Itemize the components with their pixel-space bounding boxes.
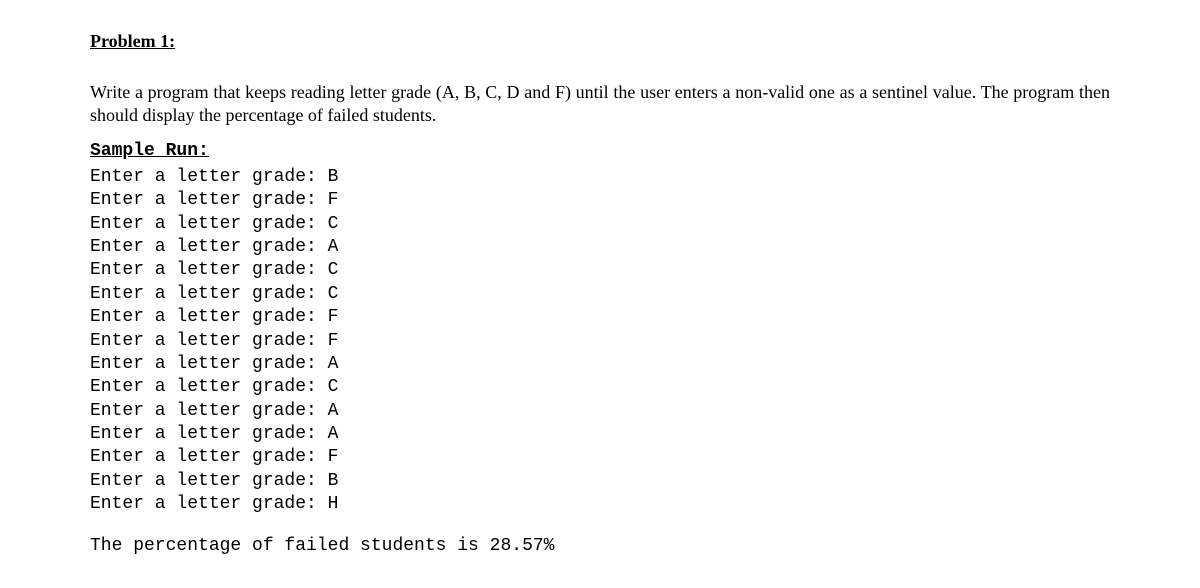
sample-run-output: Enter a letter grade: B Enter a letter g… xyxy=(90,166,1110,517)
sample-run-result: The percentage of failed students is 28.… xyxy=(90,535,1110,558)
problem-title: Problem 1: xyxy=(90,30,1110,53)
sample-run-label: Sample Run: xyxy=(90,140,1110,163)
problem-description: Write a program that keeps reading lette… xyxy=(90,81,1110,126)
